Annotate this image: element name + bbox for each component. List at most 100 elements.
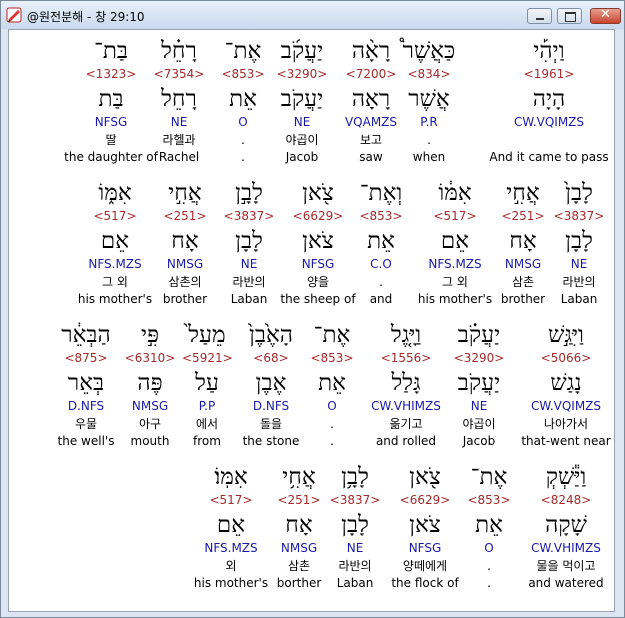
word-strong: <5921> <box>182 351 233 365</box>
word-eng: borther <box>276 576 322 590</box>
word-strong: <251> <box>501 209 545 223</box>
title-bar[interactable]: @원전분해 - 창 29:10 ✕ <box>1 1 624 29</box>
word-morph: NE <box>346 541 364 555</box>
word-eng: the flock of <box>391 576 459 590</box>
word-heb: לָבָן֙ <box>565 180 593 206</box>
app-icon <box>6 7 22 23</box>
word-eng: Jacob <box>462 434 496 448</box>
word-strong: <251> <box>163 209 207 223</box>
word-eng: brother <box>162 292 208 306</box>
word-eng: Laban <box>336 576 374 590</box>
word-strong: <517> <box>93 209 137 223</box>
word-morph: NE <box>570 257 588 271</box>
word-morph: NMSG <box>504 257 542 271</box>
word-lemma: צֹאן <box>409 512 441 538</box>
close-icon: ✕ <box>600 7 611 22</box>
word-strong: <6629> <box>399 493 451 507</box>
word-eng: brother <box>500 292 546 306</box>
word-kor <box>484 132 614 148</box>
word-strong: <3837> <box>223 209 275 223</box>
word-lemma: אֵת <box>475 512 503 538</box>
word-morph: NE <box>470 399 488 413</box>
word-kor: 외 <box>225 559 237 573</box>
maximize-button[interactable] <box>557 8 582 24</box>
word-kor: 에서 <box>195 417 219 431</box>
word-eng: his mother's <box>417 292 493 306</box>
word-lemma: צֹאן <box>302 228 334 254</box>
word-eng: the sheep of <box>280 292 356 306</box>
word-eng: his mother's <box>193 576 269 590</box>
word-strong: <5066> <box>540 351 592 365</box>
close-button[interactable]: ✕ <box>590 7 621 24</box>
word-kor: 돌을 <box>259 417 283 431</box>
word-strong: <6310> <box>124 351 176 365</box>
word-kor: 나아가서 <box>543 417 589 431</box>
word-kor: 우물 <box>74 417 98 431</box>
word-heb: אִמּ֔וֹ <box>438 180 472 206</box>
word-lemma: בְּאֵר <box>67 370 105 396</box>
word-kor: 라반의 <box>338 559 372 573</box>
word-heb: אֶת־ <box>470 464 508 490</box>
word-heb: וַיַּ֕שְׁקְ <box>545 464 587 490</box>
word-strong: <853> <box>221 67 265 81</box>
word-heb: אִמּֽוֹ׃ <box>214 464 248 490</box>
word-kor: 삼촌 <box>287 559 311 573</box>
word-kor: 딸 <box>105 133 117 147</box>
word-morph: O <box>238 115 248 129</box>
word-morph: NFSG <box>94 115 128 129</box>
word-lemma: אֵם <box>216 512 246 538</box>
word-lemma: אֵת <box>229 86 257 112</box>
word-lemma: אֶבֶן <box>255 370 287 396</box>
word-strong: <251> <box>277 493 321 507</box>
word-morph: VQAMZS <box>344 115 398 129</box>
word-lemma: לָבָן <box>565 228 593 254</box>
word-strong: <3837> <box>329 493 381 507</box>
word-strong: <517> <box>433 209 477 223</box>
word-kor: 양떼에게 <box>402 559 448 573</box>
minimize-button[interactable] <box>527 8 552 24</box>
word-eng: . <box>330 434 334 448</box>
word-eng: . <box>241 150 245 164</box>
app-window: @원전분해 - 창 29:10 ✕ וַיְהִ֡י <1961> הָיָה CW.… <box>0 0 625 618</box>
word-morph: CW.VHIMZS <box>531 541 601 555</box>
word-morph: O <box>327 399 337 413</box>
word-kor: 라반의 <box>232 275 266 289</box>
word-eng: and rolled <box>375 434 437 448</box>
word-kor: 옮기고 <box>389 417 423 431</box>
word-heb: לָבָ֥ן <box>341 464 369 490</box>
word-lemma: אָח <box>509 228 537 254</box>
word-morph: O <box>484 541 494 555</box>
word-kor: 양을 <box>306 275 330 289</box>
word-heb: אִמּ֑וֹ <box>98 180 132 206</box>
word-eng: Laban <box>230 292 268 306</box>
word-morph: D.NFS <box>67 399 105 413</box>
word-kor: . <box>487 559 491 573</box>
word-eng: his mother's <box>77 292 153 306</box>
word-kor: 야곱이 <box>285 133 319 147</box>
word-lemma: לָבָן <box>235 228 263 254</box>
word-heb: אֲחִ֣י <box>168 180 202 206</box>
word-heb: וַיִּגַּ֣שׁ <box>548 322 584 348</box>
word-kor: 야곱이 <box>462 417 496 431</box>
word-kor: . <box>241 133 245 147</box>
word-lemma: שָׁקָה <box>545 512 587 538</box>
word-eng: And it came to pass <box>489 150 609 164</box>
word-strong: <3837> <box>553 209 605 223</box>
word-strong: <7200> <box>345 67 397 81</box>
word-lemma: נָגַשׁ <box>550 370 582 396</box>
word-heb: צֹ֖אן <box>302 180 334 206</box>
word-lemma: לָבָן <box>341 512 369 538</box>
word-kor: 그 외 <box>102 275 128 289</box>
word-eng: from <box>193 434 221 448</box>
word-morph: NE <box>293 115 311 129</box>
word-heb: לָבָ֣ן <box>235 180 263 206</box>
word-morph: CW.VQIMZS <box>530 399 602 413</box>
word-morph: NFSG <box>301 257 335 271</box>
word-lemma: אֵם <box>440 228 470 254</box>
word-kor: 삼촌 <box>511 275 535 289</box>
word-strong: <3290> <box>453 351 505 365</box>
word-strong: <1961> <box>523 67 575 81</box>
word-heb: הָאֶ֙בֶן֙ <box>249 322 293 348</box>
word-eng: . <box>487 576 491 590</box>
word-strong: <68> <box>253 351 289 365</box>
